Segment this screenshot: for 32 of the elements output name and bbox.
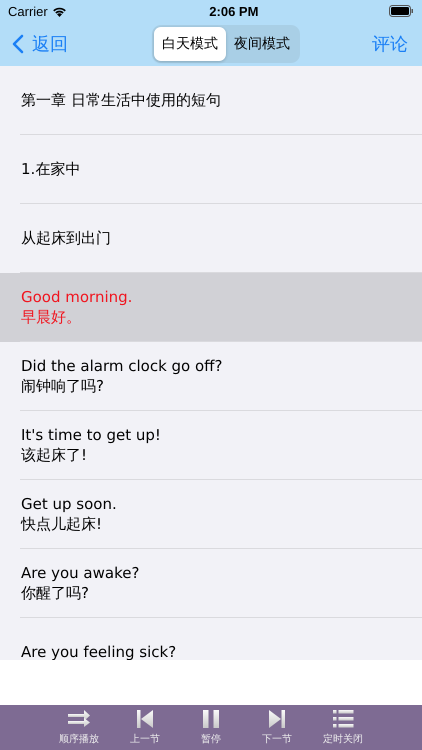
phrase-row[interactable]: Get up soon. 快点儿起床!	[0, 480, 422, 549]
phrase-row[interactable]: It's time to get up! 该起床了!	[0, 411, 422, 480]
phrase-text: Good morning. 早晨好。	[21, 287, 132, 327]
order-button[interactable]: 顺序播放	[46, 705, 112, 750]
phrase-text: It's time to get up! 该起床了!	[21, 425, 161, 465]
prev-button[interactable]: 上一节	[112, 705, 178, 750]
carrier-name: Carrier	[8, 4, 48, 18]
phrase-row[interactable]: 1.在家中	[0, 135, 422, 204]
pause-icon	[202, 709, 220, 729]
phrase-text: Get up soon. 快点儿起床!	[21, 494, 117, 534]
pause-button[interactable]: 暂停	[178, 705, 244, 750]
back-icon	[12, 34, 24, 54]
phrase-text: Did the alarm clock go off? 闹钟响了吗?	[21, 356, 222, 396]
timer-button[interactable]: 定时关闭	[310, 705, 376, 750]
phrase-text: 1.在家中	[21, 159, 80, 179]
phrase-text: 从起床到出门	[21, 228, 111, 248]
next-button[interactable]: 下一节	[244, 705, 310, 750]
phrase-row[interactable]: 第一章 日常生活中使用的短句	[0, 66, 422, 135]
battery-icon	[389, 5, 414, 17]
previous-icon	[136, 709, 154, 729]
phrase-row[interactable]: Did the alarm clock go off? 闹钟响了吗?	[0, 342, 422, 411]
phrase-text: Are you awake? 你醒了吗?	[21, 563, 140, 603]
shuffle-icon	[67, 709, 91, 729]
list-icon	[332, 709, 354, 729]
wifi-icon	[52, 6, 67, 16]
clock-time: 2:06 PM	[209, 4, 258, 18]
mode-tab[interactable]: 白天模式	[154, 27, 226, 61]
phrase-text: Are you feeling sick?	[21, 642, 176, 660]
next-icon	[268, 709, 286, 729]
phrase-text: 第一章 日常生活中使用的短句	[21, 90, 221, 110]
mode-tab[interactable]: 夜间模式	[226, 27, 298, 61]
phrase-row[interactable]: Are you awake? 你醒了吗?	[0, 549, 422, 618]
